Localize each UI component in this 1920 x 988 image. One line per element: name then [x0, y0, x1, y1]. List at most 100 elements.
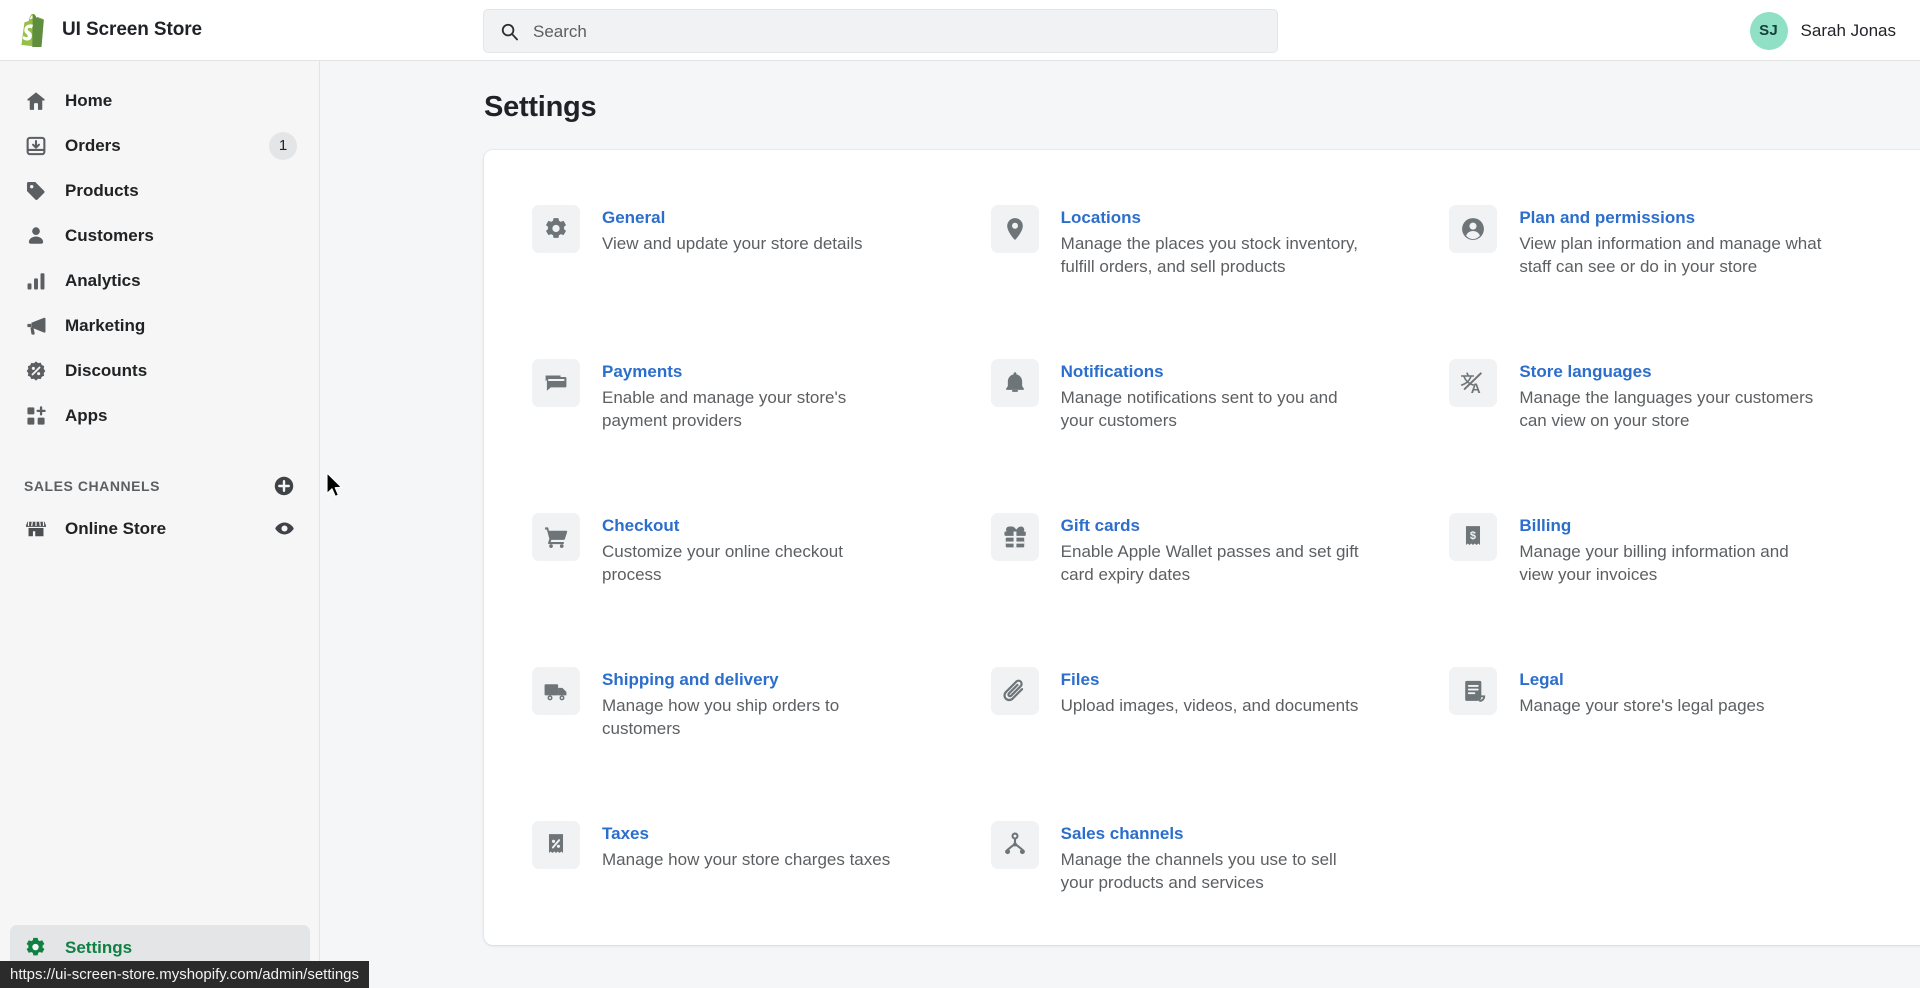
tile-body: Notifications Manage notifications sent …: [1061, 359, 1366, 513]
tile-body: Sales channels Manage the channels you u…: [1061, 821, 1366, 975]
main-content: Settings General View and update your st…: [321, 61, 1920, 988]
tile-title[interactable]: Taxes: [602, 823, 890, 846]
tile-title[interactable]: Locations: [1061, 207, 1366, 230]
tile-body: Store languages Manage the languages you…: [1519, 359, 1824, 513]
tile-description: Enable and manage your store's payment p…: [602, 387, 847, 431]
sidebar-item-label: Home: [65, 90, 113, 110]
tile-body: Payments Enable and manage your store's …: [602, 359, 907, 513]
settings-tile-shipping-and-delivery[interactable]: Shipping and delivery Manage how you shi…: [532, 667, 971, 821]
paperclip-icon: [990, 667, 1039, 715]
tile-description: Manage how you ship orders to customers: [602, 695, 840, 739]
tile-body: Plan and permissions View plan informati…: [1519, 205, 1824, 359]
tile-body: Locations Manage the places you stock in…: [1061, 205, 1366, 359]
truck-icon: [532, 667, 580, 715]
sidebar: Home Orders 1 Products Customers Analyti…: [0, 61, 370, 988]
svg-text:$: $: [1470, 530, 1476, 542]
user-menu[interactable]: SJ Sarah Jonas: [1749, 0, 1896, 61]
translate-icon: 文 A: [1449, 359, 1498, 407]
sidebar-item-label: Online Store: [65, 518, 167, 538]
tile-description: Manage your store's legal pages: [1519, 695, 1765, 715]
tile-title[interactable]: Plan and permissions: [1519, 207, 1824, 230]
settings-tile-store-languages[interactable]: 文 A Store languages Manage the languages…: [1449, 359, 1888, 513]
search-placeholder: Search: [533, 21, 587, 41]
tile-description: Manage your billing information and view…: [1519, 541, 1789, 585]
sidebar-item-analytics[interactable]: Analytics: [10, 258, 309, 303]
sidebar-item-marketing[interactable]: Marketing: [10, 303, 309, 348]
brand-name: UI Screen Store: [62, 19, 202, 40]
sidebar-item-customers[interactable]: Customers: [10, 213, 309, 258]
storefront-icon: [24, 517, 47, 540]
tile-description: Manage the channels you use to sell your…: [1060, 849, 1337, 893]
tile-title[interactable]: Store languages: [1519, 361, 1824, 384]
search-icon: [500, 22, 519, 41]
discount-icon: [24, 359, 47, 382]
tile-title[interactable]: Files: [1061, 669, 1359, 692]
tile-title[interactable]: Shipping and delivery: [602, 669, 907, 692]
bell-icon: [990, 359, 1039, 407]
tile-description: Manage notifications sent to you and you…: [1060, 387, 1338, 431]
sidebar-item-label: Orders: [65, 135, 121, 155]
sidebar-item-label: Analytics: [65, 270, 141, 290]
eye-icon[interactable]: [273, 518, 295, 540]
sidebar-item-label: Apps: [65, 405, 108, 425]
settings-card: General View and update your store detai…: [484, 150, 1920, 945]
settings-tile-billing[interactable]: $ Billing Manage your billing informatio…: [1449, 513, 1888, 667]
settings-tile-payments[interactable]: Payments Enable and manage your store's …: [532, 359, 971, 513]
tile-title[interactable]: Checkout: [602, 515, 907, 538]
tile-body: Gift cards Enable Apple Wallet passes an…: [1061, 513, 1366, 667]
settings-tile-general[interactable]: General View and update your store detai…: [532, 205, 971, 359]
tile-description: Enable Apple Wallet passes and set gift …: [1060, 541, 1359, 585]
settings-tile-legal[interactable]: Legal Manage your store's legal pages: [1449, 667, 1888, 821]
tile-title[interactable]: Gift cards: [1061, 515, 1366, 538]
sales-channels-header: SALES CHANNELS: [0, 466, 319, 506]
sidebar-item-label: Customers: [65, 225, 154, 245]
receipt-dollar-icon: $: [1449, 513, 1498, 561]
tile-body: General View and update your store detai…: [602, 205, 863, 359]
svg-text:A: A: [1471, 381, 1481, 396]
sidebar-item-label: Settings: [65, 937, 133, 957]
brand[interactable]: UI Screen Store: [0, 13, 320, 48]
settings-tile-checkout[interactable]: Checkout Customize your online checkout …: [532, 513, 971, 667]
tile-body: Checkout Customize your online checkout …: [602, 513, 907, 667]
tile-title[interactable]: Legal: [1519, 669, 1764, 692]
location-pin-icon: [990, 205, 1039, 253]
sidebar-item-discounts[interactable]: Discounts: [10, 348, 309, 393]
sidebar-item-label: Marketing: [65, 315, 146, 335]
tile-title[interactable]: Notifications: [1061, 361, 1366, 384]
page-title: Settings: [484, 91, 597, 123]
sidebar-item-products[interactable]: Products: [10, 168, 309, 213]
settings-tile-taxes[interactable]: Taxes Manage how your store charges taxe…: [532, 821, 971, 975]
avatar: SJ: [1749, 11, 1788, 50]
person-icon: [24, 224, 47, 247]
tile-description: View and update your store details: [602, 233, 863, 253]
settings-tile-plan-and-permissions[interactable]: Plan and permissions View plan informati…: [1449, 205, 1888, 359]
settings-tile-gift-cards[interactable]: Gift cards Enable Apple Wallet passes an…: [990, 513, 1430, 667]
search-field-wrapper: Search: [483, 9, 1278, 53]
settings-tile-sales-channels[interactable]: Sales channels Manage the channels you u…: [990, 821, 1430, 975]
tile-title[interactable]: Sales channels: [1061, 823, 1366, 846]
tile-title[interactable]: Payments: [602, 361, 907, 384]
settings-tile-files[interactable]: Files Upload images, videos, and documen…: [990, 667, 1430, 821]
settings-grid: General View and update your store detai…: [484, 190, 1920, 975]
settings-tile-notifications[interactable]: Notifications Manage notifications sent …: [990, 359, 1430, 513]
status-bar-url: https://ui-screen-store.myshopify.com/ad…: [0, 961, 370, 988]
network-nodes-icon: [990, 821, 1039, 869]
sidebar-item-label: Products: [65, 180, 139, 200]
search-input[interactable]: Search: [483, 9, 1278, 53]
tile-title[interactable]: Billing: [1519, 515, 1824, 538]
sidebar-item-online-store[interactable]: Online Store: [10, 506, 309, 551]
orders-icon: [24, 134, 47, 157]
home-icon: [24, 89, 47, 112]
tile-description: Customize your online checkout process: [602, 541, 843, 585]
gift-icon: [990, 513, 1039, 561]
plus-circle-icon[interactable]: [273, 475, 295, 497]
sidebar-nav-list: Home Orders 1 Products Customers Analyti…: [0, 61, 319, 438]
megaphone-icon: [24, 314, 47, 337]
shopping-cart-icon: [532, 513, 580, 561]
sales-channels-title: SALES CHANNELS: [24, 478, 161, 494]
tile-title[interactable]: General: [602, 207, 863, 230]
sidebar-item-orders[interactable]: Orders 1: [10, 123, 309, 168]
sidebar-item-home[interactable]: Home: [10, 78, 309, 123]
sidebar-item-apps[interactable]: Apps: [10, 393, 309, 438]
settings-tile-locations[interactable]: Locations Manage the places you stock in…: [990, 205, 1430, 359]
